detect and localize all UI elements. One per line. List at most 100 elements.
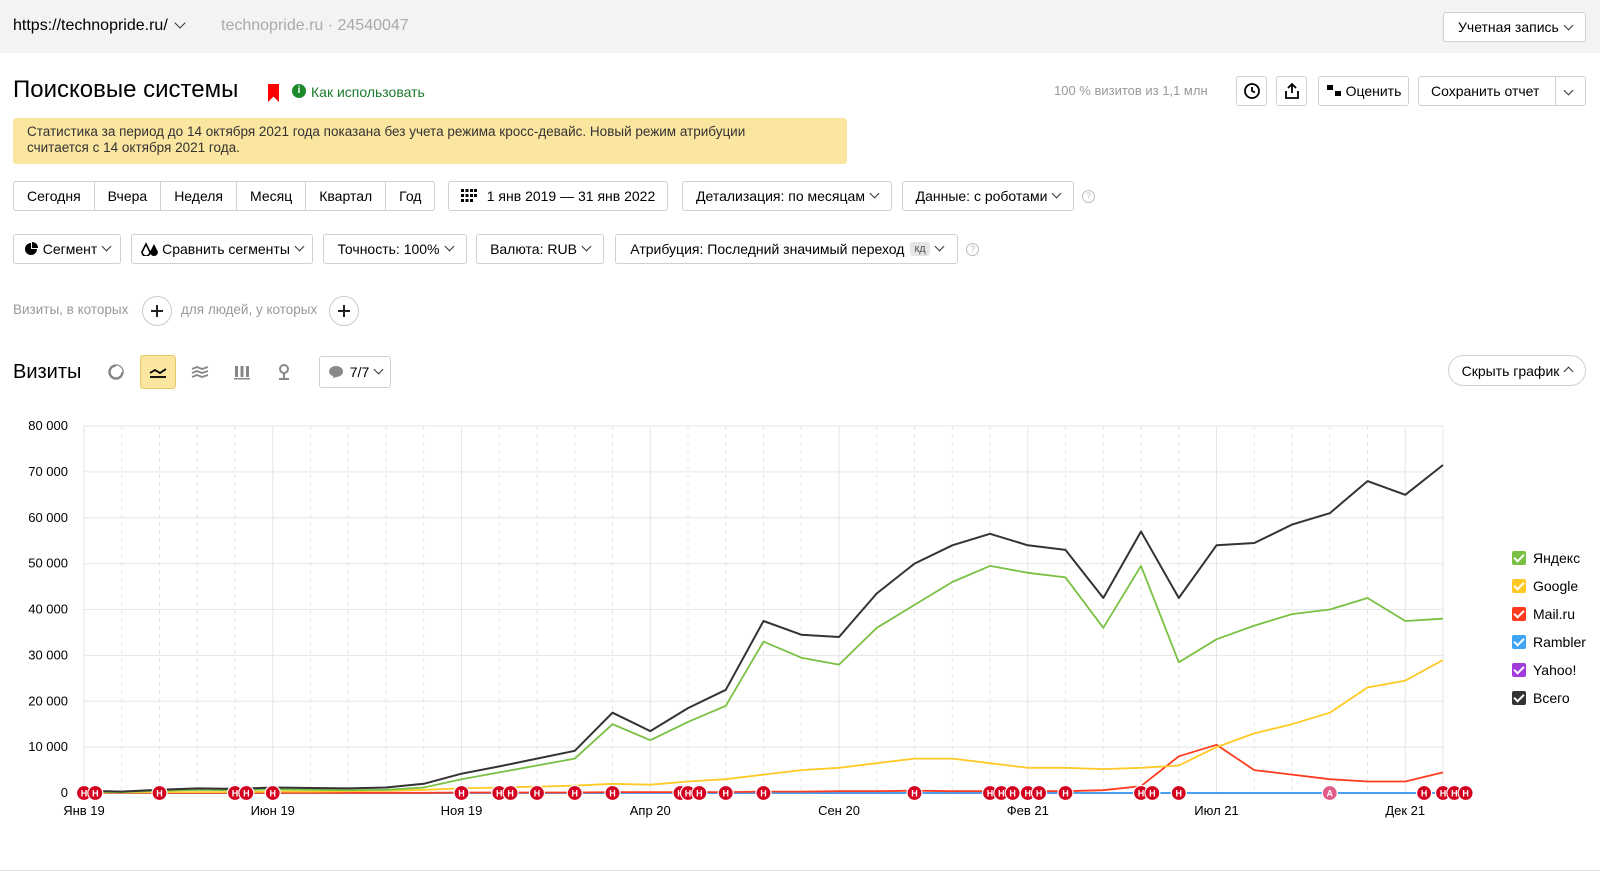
annotation-marker-label: Н: [156, 789, 163, 799]
annotation-marker-label: Н: [1009, 789, 1016, 799]
annotation-marker-label: Н: [1176, 789, 1183, 799]
period-week[interactable]: Неделя: [161, 182, 238, 210]
site-url: https://technopride.ru/: [13, 17, 168, 34]
viz-pie-button[interactable]: [98, 355, 134, 389]
visits-filter-label: Визиты, в которых: [13, 302, 129, 317]
save-report-button[interactable]: Сохранить отчет: [1418, 76, 1586, 106]
how-to-use-link[interactable]: Как использовать: [311, 84, 425, 100]
x-tick-label: Фев 21: [1007, 803, 1049, 818]
legend-label: Rambler: [1533, 634, 1586, 650]
viz-map-button[interactable]: [266, 355, 302, 389]
annotation-marker-label: Н: [232, 789, 239, 799]
legend-item[interactable]: Mail.ru: [1512, 600, 1586, 628]
page-title: Поисковые системы: [13, 76, 239, 103]
x-tick-label: Апр 20: [630, 803, 671, 818]
annotation-marker-label: Н: [1440, 789, 1447, 799]
counter-id: technopride.ru · 24540047: [221, 17, 409, 34]
legend-label: Yahoo!: [1533, 662, 1577, 678]
clock-icon: [1243, 83, 1260, 99]
series-line: [83, 564, 1444, 794]
annotation-marker-label: Н: [911, 789, 918, 799]
chevron-down-icon: [174, 17, 186, 29]
segment-dropdown[interactable]: Сегмент: [13, 234, 121, 264]
attribution-dropdown[interactable]: Атрибуция: Последний значимый переход кд: [615, 234, 958, 264]
annotation-marker-label: А: [1327, 789, 1334, 799]
legend-item[interactable]: Rambler: [1512, 628, 1586, 656]
add-people-filter-button[interactable]: [329, 296, 359, 326]
date-range-button[interactable]: 1 янв 2019 — 31 янв 2022: [448, 181, 668, 211]
chevron-down-icon: [373, 364, 384, 374]
detail-label: Детализация: по месяцам: [696, 188, 865, 204]
divider: [1555, 77, 1556, 105]
hide-chart-button[interactable]: Скрыть график: [1448, 355, 1586, 386]
period-year[interactable]: Год: [386, 182, 434, 210]
pie-chart-icon: [108, 364, 124, 380]
annotation-marker-label: Н: [534, 789, 541, 799]
site-selector[interactable]: https://technopride.ru/: [13, 17, 186, 35]
checkbox-icon[interactable]: [1512, 551, 1526, 565]
bookmark-icon[interactable]: [268, 84, 279, 102]
legend-item[interactable]: Yahoo!: [1512, 656, 1586, 684]
help-icon[interactable]: ?: [966, 243, 979, 256]
y-tick-label: 70 000: [28, 464, 68, 479]
account-button[interactable]: Учетная запись: [1443, 12, 1586, 42]
legend-item[interactable]: Яндекс: [1512, 544, 1586, 572]
data-label: Данные: с роботами: [915, 188, 1048, 204]
compare-segments-dropdown[interactable]: Сравнить сегменты: [131, 234, 313, 264]
x-tick-label: Дек 21: [1385, 803, 1425, 818]
area-chart-icon: [191, 366, 209, 378]
y-tick-label: 10 000: [28, 739, 68, 754]
export-button[interactable]: [1276, 76, 1307, 106]
bar-chart-icon: [234, 366, 250, 380]
chevron-down-icon: [581, 241, 592, 251]
viz-bar-button[interactable]: [224, 355, 260, 389]
currency-dropdown[interactable]: Валюта: RUB: [476, 234, 604, 264]
segment-label: Сегмент: [42, 241, 98, 257]
drops-icon: [141, 242, 159, 256]
legend-item[interactable]: Всего: [1512, 684, 1586, 712]
period-today[interactable]: Сегодня: [14, 182, 95, 210]
account-label: Учетная запись: [1458, 19, 1559, 35]
period-quarter[interactable]: Квартал: [306, 182, 387, 210]
checkbox-icon[interactable]: [1512, 607, 1526, 621]
legend-label: Google: [1533, 578, 1579, 594]
annotation-marker-label: Н: [696, 789, 703, 799]
help-icon[interactable]: ?: [1082, 190, 1095, 203]
accuracy-dropdown[interactable]: Точность: 100%: [323, 234, 467, 264]
y-tick-label: 40 000: [28, 602, 68, 617]
map-pin-icon: [279, 364, 289, 380]
y-tick-label: 0: [61, 785, 68, 800]
viz-area-button[interactable]: [182, 355, 218, 389]
notice-line-2: считается с 14 октября 2021 года.: [27, 140, 240, 155]
legend-label: Mail.ru: [1533, 606, 1576, 622]
info-icon: i: [292, 84, 306, 98]
annotation-marker-label: Н: [572, 789, 579, 799]
y-tick-label: 60 000: [28, 510, 68, 525]
data-dropdown[interactable]: Данные: с роботами: [902, 181, 1074, 211]
period-month[interactable]: Месяц: [237, 182, 307, 210]
viz-line-button[interactable]: [140, 355, 176, 389]
checkbox-icon[interactable]: [1512, 691, 1526, 705]
quote-icon: [1326, 85, 1341, 96]
detail-dropdown[interactable]: Детализация: по месяцам: [682, 181, 892, 211]
y-tick-label: 20 000: [28, 693, 68, 708]
legend-item[interactable]: Google: [1512, 572, 1586, 600]
annotation-marker-label: Н: [507, 789, 514, 799]
chevron-down-icon: [934, 241, 945, 251]
history-button[interactable]: [1236, 76, 1267, 106]
chevron-down-icon[interactable]: [1563, 85, 1574, 96]
period-yesterday[interactable]: Вчера: [95, 182, 162, 210]
period-selector: Сегодня Вчера Неделя Месяц Квартал Год: [13, 181, 436, 211]
compare-label: Сравнить сегменты: [162, 241, 290, 257]
checkbox-icon[interactable]: [1512, 635, 1526, 649]
annotation-marker-label: Н: [609, 789, 616, 799]
annotations-dropdown[interactable]: 7/7: [319, 356, 391, 388]
attribution-badge: кд: [910, 242, 930, 256]
rate-button[interactable]: Оценить: [1318, 76, 1409, 106]
annotation-marker-label: Н: [685, 789, 692, 799]
pie-icon: [24, 242, 38, 255]
checkbox-icon[interactable]: [1512, 579, 1526, 593]
checkbox-icon[interactable]: [1512, 663, 1526, 677]
add-visits-filter-button[interactable]: [142, 296, 172, 326]
save-report-label: Сохранить отчет: [1431, 83, 1540, 99]
